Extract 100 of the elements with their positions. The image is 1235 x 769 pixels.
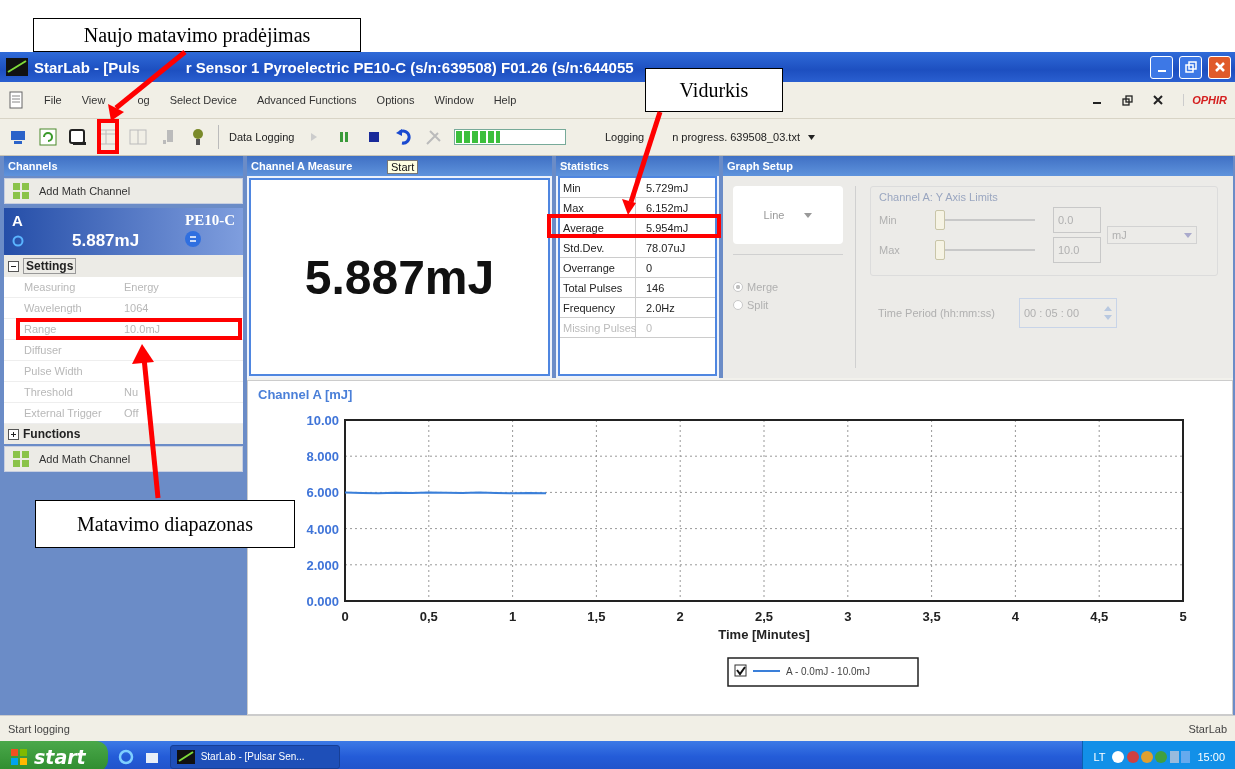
channel-card[interactable]: A PE10-C 5.887mJ xyxy=(4,208,243,255)
refresh-icon[interactable] xyxy=(38,127,58,147)
x-axis-title: Time [Minutes] xyxy=(718,627,810,642)
panel-header: Statistics xyxy=(556,156,719,176)
stat-value: 5.729mJ xyxy=(645,180,690,196)
panel-header: Channel A Measure xyxy=(251,160,353,172)
setting-label: External Trigger xyxy=(24,407,103,419)
time-period-label: Time Period (hh:mm:ss) xyxy=(878,307,995,319)
limit-label: Max xyxy=(879,244,901,256)
menu-item[interactable]: File xyxy=(44,94,62,106)
close-icon[interactable] xyxy=(1153,95,1164,105)
toolbar-label: Data Logging xyxy=(229,131,295,143)
caret-icon xyxy=(804,212,813,218)
stat-label: Overrange xyxy=(560,258,636,277)
menu-item[interactable]: Advanced Functions xyxy=(256,94,357,106)
stat-value: 146 xyxy=(645,280,666,296)
spinner-icon xyxy=(1103,306,1112,320)
y-tick-label: 6.000 xyxy=(306,485,339,501)
restore-icon[interactable] xyxy=(1122,94,1134,106)
tray-icons-drawing[interactable] xyxy=(1111,748,1192,765)
caret-icon[interactable] xyxy=(807,134,815,140)
stat-label: Average xyxy=(560,218,636,237)
x-tick-label: 2,5 xyxy=(754,609,774,624)
status-text: StarLab xyxy=(1188,722,1227,735)
app-icon xyxy=(6,58,28,76)
stat-value: 0 xyxy=(645,320,654,336)
options-icon[interactable] xyxy=(185,231,201,247)
channel-name: A xyxy=(12,212,24,229)
y-tick-label: 4.000 xyxy=(306,521,339,537)
window-icon[interactable] xyxy=(68,127,88,147)
window-title: r Sensor 1 Pyroelectric PE10-C (s/n:639508) F01.26 (s/n:644055 xyxy=(185,58,634,76)
taskbar-button[interactable]: StarLab - [Pulsar Sen... xyxy=(169,744,340,769)
x-tick-label: 0 xyxy=(341,609,349,624)
setting-label: Pulse Width xyxy=(24,365,84,377)
x-tick-label: 0,5 xyxy=(419,609,438,624)
window-title: StarLab - [Puls xyxy=(34,58,140,76)
stat-label: Min xyxy=(560,178,636,197)
browser-icon[interactable] xyxy=(117,748,134,765)
collapse-icon[interactable] xyxy=(8,260,19,272)
close-button[interactable] xyxy=(1208,55,1231,79)
stat-value: 78.07uJ xyxy=(645,240,687,256)
menu-item[interactable]: Options xyxy=(376,94,415,106)
add-channel-button[interactable]: Add Math Channel xyxy=(4,446,243,472)
y-tick-label: 0.000 xyxy=(306,594,339,609)
measurement-value: 5.887mJ xyxy=(304,249,495,305)
setting-label: Measuring xyxy=(24,281,77,293)
menu-item[interactable]: Window xyxy=(434,94,474,106)
x-tick-label: 1 xyxy=(509,609,517,624)
setting-value: Energy xyxy=(124,281,160,293)
menu-item[interactable]: og xyxy=(137,94,150,106)
add-channel-button[interactable]: Add Math Channel xyxy=(4,178,243,204)
ring-icon xyxy=(12,235,24,247)
status-text: Start logging xyxy=(8,722,70,735)
grid-icon xyxy=(11,181,31,201)
logging-status: n progress. 639508_03.txt xyxy=(672,131,800,143)
panel-header: Channels xyxy=(4,156,243,176)
panel-header: Graph Setup xyxy=(723,156,1233,176)
channel-reading: 5.887mJ xyxy=(72,231,140,251)
table-icon[interactable] xyxy=(98,127,118,147)
restore-icon xyxy=(1184,61,1197,73)
legend-label: A - 0.0mJ - 10.0mJ xyxy=(786,666,870,677)
section-title[interactable]: Settings xyxy=(23,258,77,274)
minimize-button[interactable] xyxy=(1150,55,1173,79)
chart-title: Channel A [mJ] xyxy=(258,387,353,402)
x-tick-label: 3,5 xyxy=(922,609,941,624)
setting-label: Threshold xyxy=(24,386,74,398)
y-tick-label: 2.000 xyxy=(306,557,339,573)
radio-label: Merge xyxy=(747,281,779,293)
menu-item[interactable]: Help xyxy=(493,94,517,106)
x-tick-label: 2 xyxy=(676,609,684,624)
x-tick-label: 3 xyxy=(844,609,852,624)
caret-icon xyxy=(1184,232,1192,238)
callout-box: Naujo matavimo pradėjimas xyxy=(33,18,361,52)
callout-box: Matavimo diapazonas xyxy=(35,500,295,548)
start-button[interactable]: start xyxy=(0,741,108,769)
close-icon xyxy=(1213,61,1226,73)
setting-value: 1064 xyxy=(124,302,150,314)
setting-value: Nu xyxy=(124,386,140,398)
legend-checkbox[interactable] xyxy=(734,664,747,677)
app-icon xyxy=(176,749,195,764)
clock: 15:00 xyxy=(1197,750,1225,763)
y-tick-label: 10.00 xyxy=(306,413,339,428)
stat-value: 0 xyxy=(645,260,654,276)
x-tick-label: 1,5 xyxy=(587,609,606,624)
stat-label: Std.Dev. xyxy=(560,238,636,257)
group-title: Channel A: Y Axis Limits xyxy=(879,191,999,203)
minimize-icon xyxy=(1157,70,1166,72)
setting-label: Range xyxy=(24,323,58,335)
radio-label: Split xyxy=(747,299,769,311)
x-tick-label: 4,5 xyxy=(1090,609,1109,624)
menu-item[interactable]: View xyxy=(81,94,106,106)
logging-status: Logging xyxy=(605,131,645,143)
sensor-name: PE10-C xyxy=(185,212,235,229)
x-tick-label: 4 xyxy=(1011,609,1019,624)
tooltip: Start xyxy=(387,160,419,174)
stat-value: 2.0Hz xyxy=(645,300,676,316)
section-title[interactable]: Functions xyxy=(23,427,81,441)
menu-item[interactable]: Select Device xyxy=(169,94,237,106)
restore-button[interactable] xyxy=(1179,55,1202,79)
expand-icon[interactable] xyxy=(8,428,19,440)
